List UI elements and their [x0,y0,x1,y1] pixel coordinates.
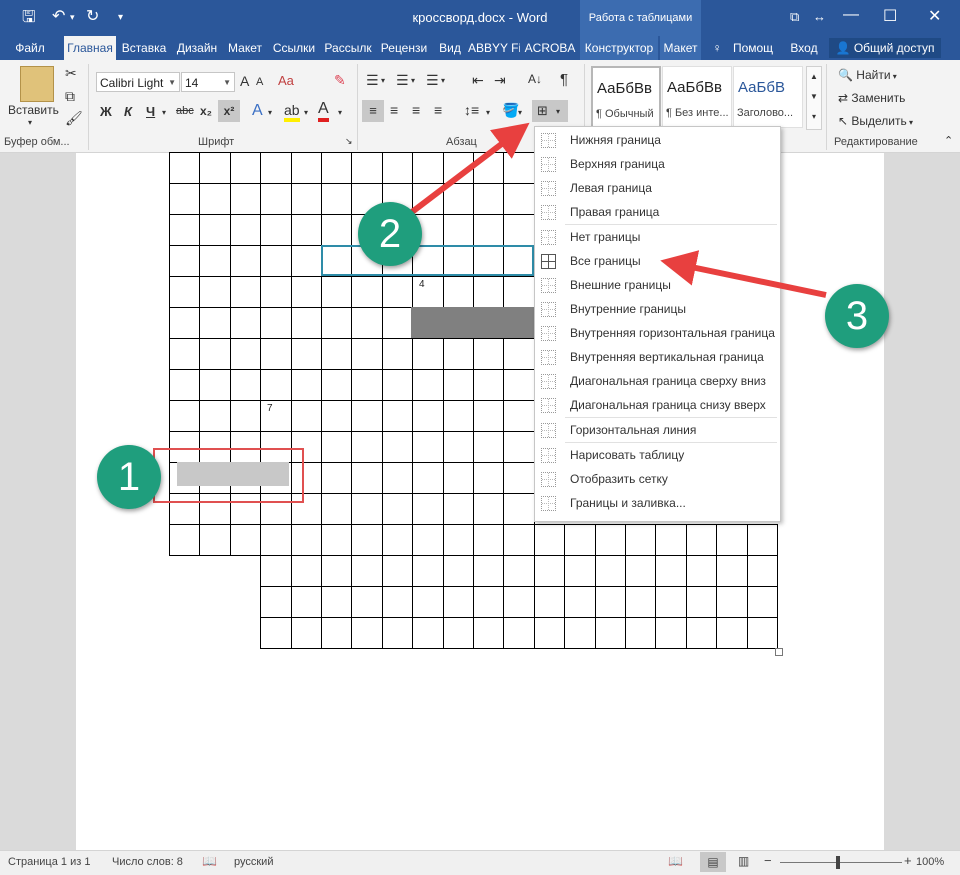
web-layout-icon[interactable]: ▥ [738,854,749,868]
zoom-slider-thumb[interactable] [836,856,840,869]
word-count[interactable]: Число слов: 8 [112,856,183,868]
print-layout-icon[interactable]: ▤ [700,852,726,872]
zoom-in-icon[interactable]: + [904,853,912,868]
annotation-arrows [410,122,827,298]
language-indicator[interactable]: русский [234,856,273,868]
arrow-to-all-borders [660,250,827,298]
arrow-to-borders-button [410,122,530,215]
zoom-slider[interactable] [780,862,902,863]
proofing-icon[interactable]: 📖 [202,854,217,868]
page-count[interactable]: Страница 1 из 1 [8,856,90,868]
read-mode-icon[interactable]: 📖 [668,854,683,868]
callout-2: 2 [358,202,422,266]
zoom-level[interactable]: 100% [916,856,944,868]
status-bar: Страница 1 из 1 Число слов: 8 📖 русский … [0,850,960,875]
callout-1: 1 [97,445,161,509]
callout-3: 3 [825,284,889,348]
zoom-out-icon[interactable]: − [764,853,772,868]
